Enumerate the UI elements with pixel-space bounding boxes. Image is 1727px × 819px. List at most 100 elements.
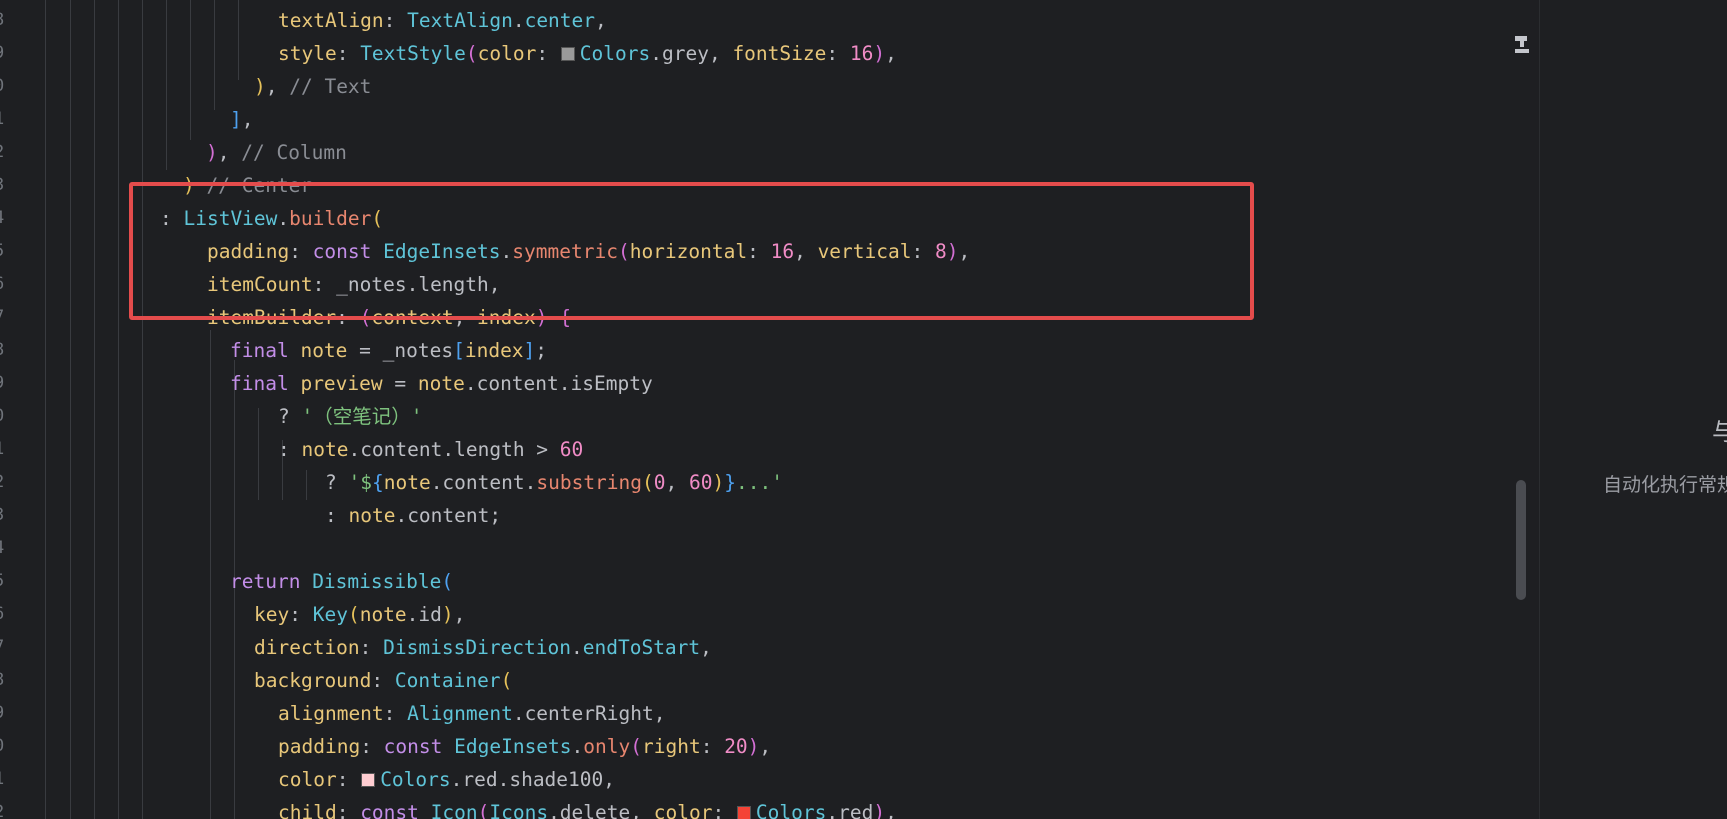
- code-line[interactable]: ), // Column: [206, 136, 347, 169]
- code-line[interactable]: ), // Text: [254, 70, 371, 103]
- code-line[interactable]: child: const Icon(Icons.delete, color: C…: [278, 796, 897, 819]
- line-number: 1: [0, 763, 8, 796]
- color-swatch-icon[interactable]: [361, 773, 376, 788]
- code-token: ?: [278, 404, 302, 428]
- code-token: note: [383, 471, 431, 495]
- side-panel-description: 自动化执行常规: [1603, 474, 1727, 496]
- code-token: note: [348, 504, 396, 528]
- code-token: =: [382, 371, 418, 395]
- code-token: // Text: [289, 74, 372, 98]
- indent-guide-line: [258, 408, 259, 500]
- code-token: ): [873, 41, 886, 65]
- code-token: '$: [348, 471, 372, 495]
- code-token: ,: [217, 140, 242, 164]
- line-number: 0: [0, 70, 8, 103]
- code-line[interactable]: background: Container(: [254, 664, 512, 697]
- code-token: .: [571, 636, 583, 660]
- code-line[interactable]: : note.content.length > 60: [278, 433, 583, 466]
- code-token: ?: [325, 471, 349, 495]
- code-token: ...': [736, 471, 783, 495]
- code-token: :: [289, 603, 313, 627]
- code-token: :: [536, 41, 560, 65]
- code-token: (: [642, 471, 654, 495]
- code-token: .id: [406, 603, 442, 627]
- code-token: ,: [241, 107, 254, 131]
- code-token: color: [653, 801, 713, 819]
- code-token: ;: [535, 338, 548, 362]
- line-number: 4: [0, 202, 8, 235]
- code-token: index: [464, 338, 524, 362]
- code-token: 20: [724, 735, 748, 759]
- code-token: const: [383, 735, 455, 759]
- code-token: ): [441, 603, 454, 627]
- code-token: substring: [536, 471, 643, 495]
- indent-guide-line: [190, 0, 191, 140]
- code-token: key: [254, 603, 290, 627]
- code-token: :: [360, 735, 384, 759]
- code-token: 60: [559, 438, 584, 462]
- indent-guide-line: [214, 0, 215, 110]
- code-token: (: [347, 603, 360, 627]
- line-number: 8: [0, 664, 8, 697]
- code-token: (: [477, 801, 490, 819]
- code-line[interactable]: key: Key(note.id),: [254, 598, 465, 631]
- code-line[interactable]: ? '${note.content.substring(0, 60)}...': [325, 466, 783, 499]
- code-token: const: [360, 801, 431, 819]
- code-line[interactable]: padding: const EdgeInsets.only(right: 20…: [278, 730, 771, 763]
- code-line[interactable]: alignment: Alignment.centerRight,: [278, 697, 665, 730]
- code-line[interactable]: color: Colors.red.shade100,: [278, 763, 615, 796]
- code-token: .grey,: [650, 41, 733, 65]
- line-number: 1: [0, 433, 8, 466]
- code-token: .content.: [430, 471, 537, 495]
- code-line[interactable]: final preview = note.content.isEmpty: [230, 367, 653, 400]
- code-token: final: [230, 371, 301, 395]
- code-token: :: [336, 801, 361, 819]
- code-token: [: [453, 338, 465, 362]
- code-token: Icons: [489, 801, 549, 819]
- code-token: Colors: [755, 801, 827, 819]
- code-token: Dismissible: [312, 570, 442, 594]
- code-token: Icon: [430, 801, 478, 819]
- code-token: ,: [453, 603, 466, 627]
- code-line[interactable]: : note.content;: [325, 499, 501, 532]
- code-token: :: [383, 8, 408, 32]
- warning-marker-stem: [1520, 41, 1524, 47]
- code-token: .red: [826, 801, 874, 819]
- code-token: ): [206, 140, 218, 164]
- code-line[interactable]: ],: [230, 103, 254, 136]
- code-token: fontSize: [732, 41, 827, 65]
- code-token: note: [359, 603, 407, 627]
- code-token: Key: [312, 603, 348, 627]
- code-token: Colors: [380, 768, 451, 792]
- code-line[interactable]: textAlign: TextAlign.center,: [278, 4, 607, 37]
- code-token: ,: [665, 471, 690, 495]
- code-token: :: [278, 438, 302, 462]
- code-token: .centerRight,: [512, 702, 666, 726]
- scrollbar-thumb[interactable]: [1516, 480, 1526, 600]
- line-number: 8: [0, 334, 8, 367]
- code-line[interactable]: final note = _notes[index];: [230, 334, 547, 367]
- line-number: 2: [0, 796, 8, 819]
- code-token: :: [712, 801, 736, 819]
- vertical-scrollbar[interactable]: [1513, 0, 1539, 819]
- code-token: Container: [394, 669, 501, 693]
- code-line[interactable]: style: TextStyle(color: Colors.grey, fon…: [278, 37, 897, 70]
- code-editor[interactable]: 8901234567890123456789012 textAlign: Tex…: [0, 0, 1512, 819]
- code-line[interactable]: direction: DismissDirection.endToStart,: [254, 631, 712, 664]
- highlight-annotation-box: [129, 182, 1254, 320]
- code-token: // Column: [241, 140, 347, 164]
- color-swatch-icon[interactable]: [560, 46, 575, 61]
- line-number: 7: [0, 301, 8, 334]
- line-number: 2: [0, 466, 8, 499]
- line-number: 8: [0, 4, 8, 37]
- line-number: 3: [0, 169, 8, 202]
- code-token: (: [441, 570, 454, 594]
- color-swatch-icon[interactable]: [736, 806, 751, 819]
- line-number: 5: [0, 235, 8, 268]
- code-line[interactable]: ? '（空笔记）': [278, 400, 422, 433]
- code-token: EdgeInsets: [454, 735, 572, 759]
- code-token: .content.length >: [348, 438, 560, 462]
- code-line[interactable]: return Dismissible(: [230, 565, 453, 598]
- line-number: 9: [0, 37, 8, 70]
- code-token: = _notes: [347, 338, 454, 362]
